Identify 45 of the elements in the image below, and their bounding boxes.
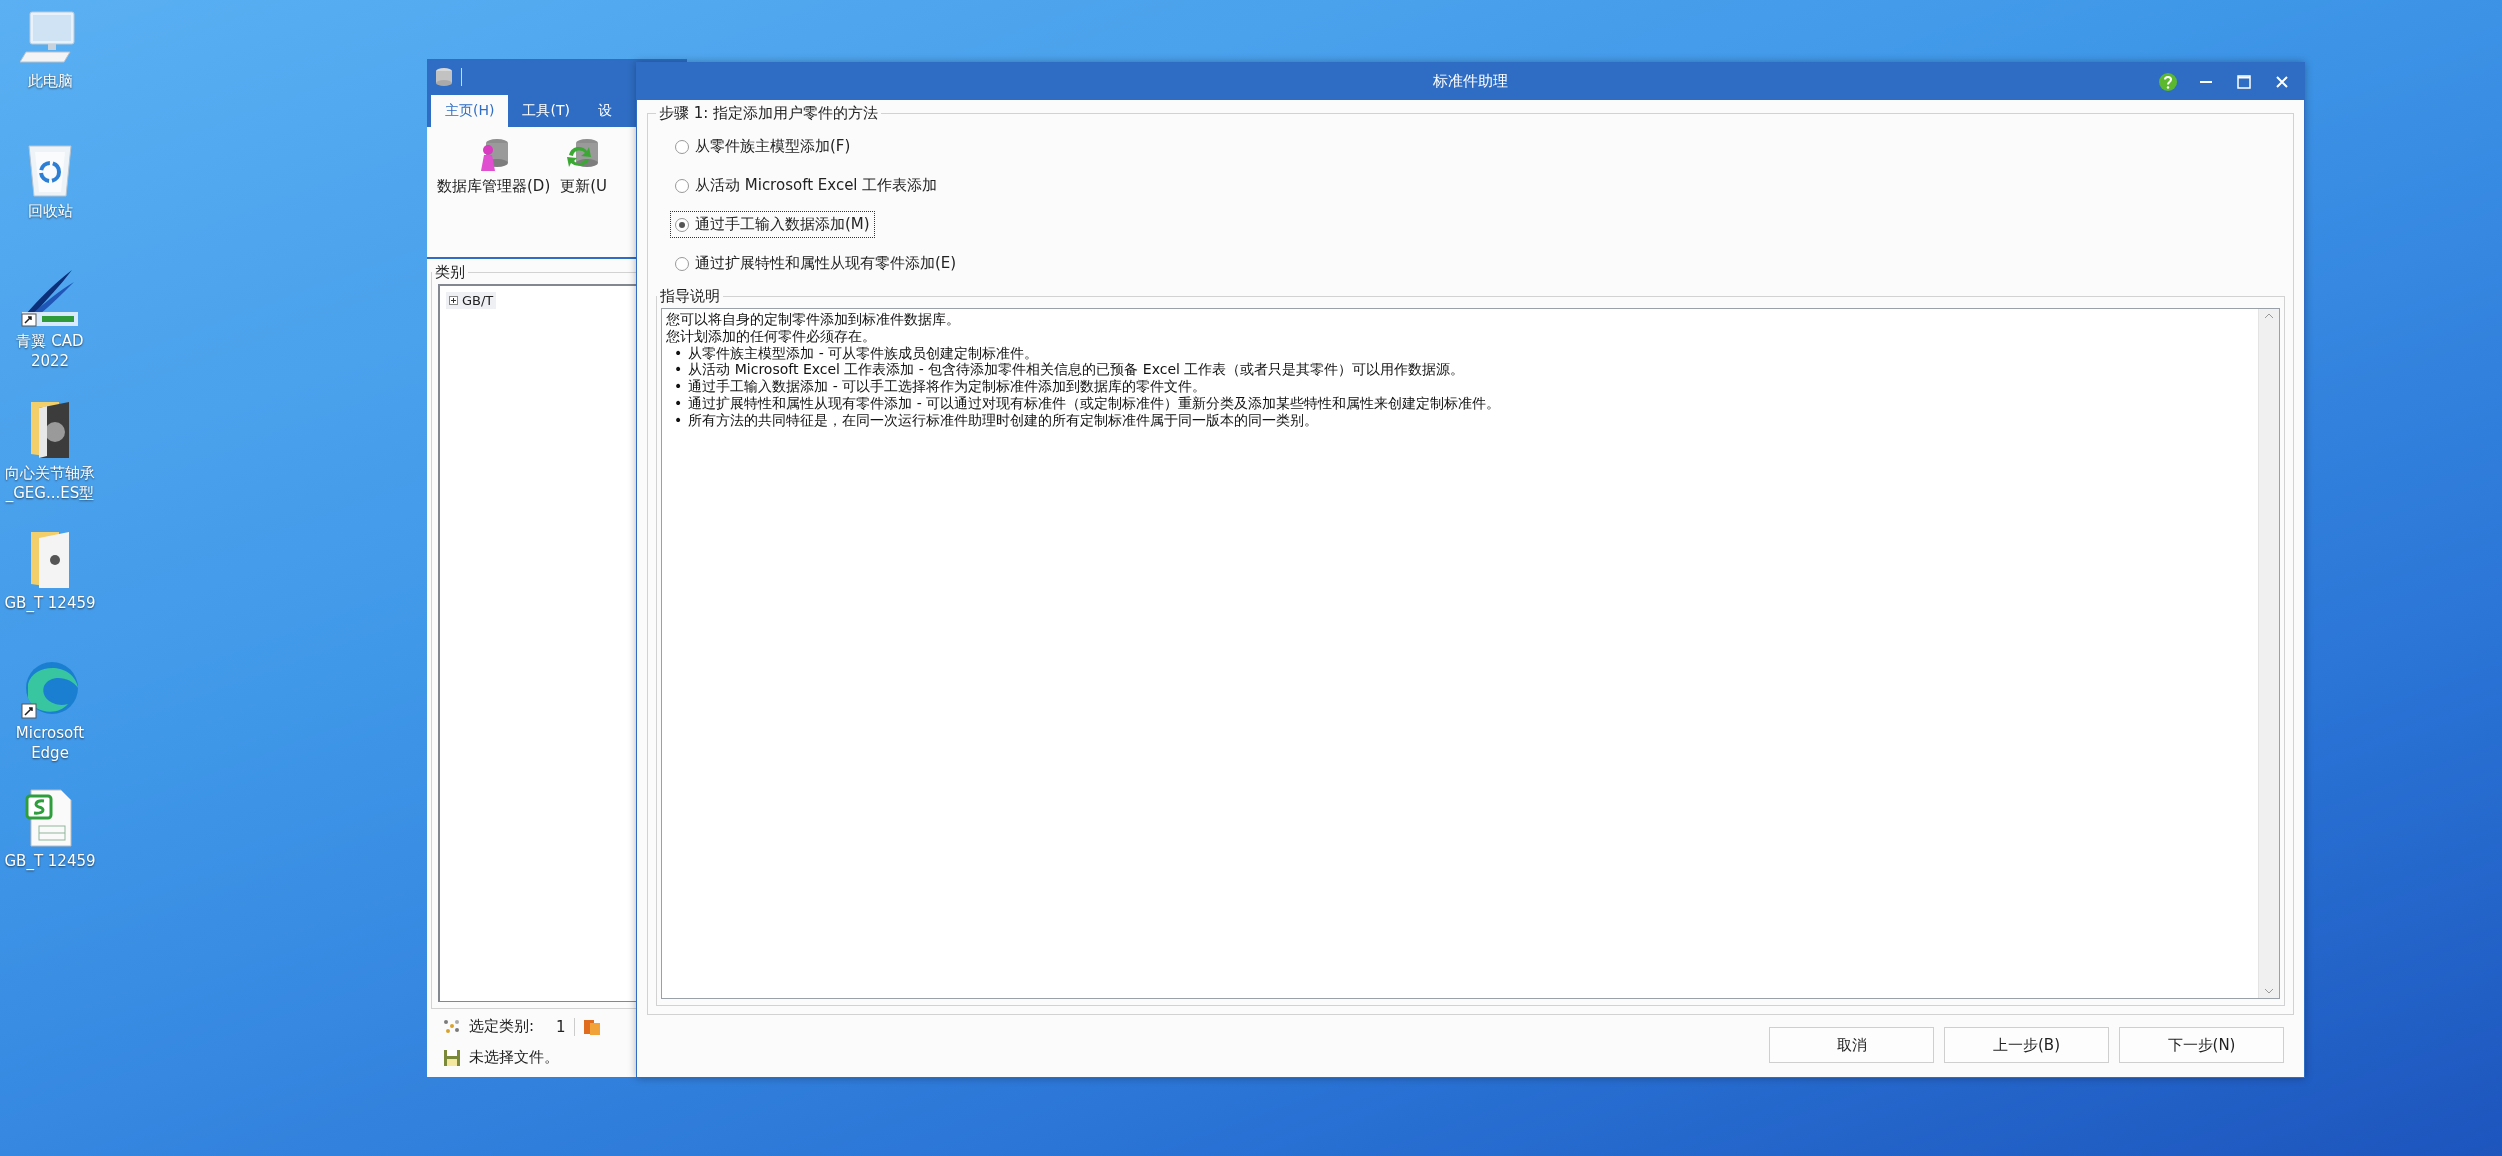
tree-item[interactable]: GB/T bbox=[446, 292, 497, 309]
expand-box-icon bbox=[449, 296, 458, 305]
bullet-marker: • bbox=[674, 378, 683, 395]
dialog-button[interactable]: 取消 bbox=[1769, 1027, 1934, 1063]
guide-bullet: 从零件族主模型添加 - 可从零件族成员创建定制标准件。 bbox=[688, 344, 1039, 362]
guide-paragraph: 您可以将自身的定制零件添加到标准件数据库。 bbox=[666, 311, 961, 328]
stack-icon bbox=[582, 1017, 601, 1036]
guide-bullet: 通过扩展特性和属性从现有零件添加 - 可以通过对现有标准件（或定制标准件）重新分类及添加某些特性和属性来创建定制标准件。 bbox=[688, 395, 1501, 412]
spreadsheet-file-icon bbox=[25, 788, 75, 848]
guide-bullet: 通过手工输入数据添加 - 可以手工选择将作为定制标准件添加到数据库的零件文件。 bbox=[688, 378, 1207, 395]
minimize-icon bbox=[2200, 80, 2212, 83]
status-label: 选定类别: bbox=[469, 1017, 535, 1036]
radio-option[interactable]: 从活动 Microsoft Excel 工作表添加 bbox=[670, 172, 943, 199]
window-title: 标准件助理 bbox=[1433, 72, 1508, 91]
bullet-marker: • bbox=[674, 361, 683, 379]
cad-logo-icon bbox=[20, 268, 80, 328]
radio-option[interactable]: 通过扩展特性和属性从现有零件添加(E) bbox=[670, 250, 962, 277]
dialog-button[interactable]: 下一步(N) bbox=[2119, 1027, 2284, 1063]
bullet-marker: • bbox=[674, 395, 683, 412]
ribbon-tab[interactable]: 主页(H) bbox=[431, 95, 509, 127]
bullet-marker: • bbox=[674, 411, 683, 429]
dialog-button[interactable]: 上一步(B) bbox=[1944, 1027, 2109, 1063]
ribbon-tab[interactable]: 设 bbox=[583, 95, 626, 127]
database-icon bbox=[435, 67, 453, 87]
radio-option[interactable]: 通过手工输入数据添加(M) bbox=[670, 211, 875, 238]
maximize-icon bbox=[2237, 74, 2251, 89]
group-title: 类别 bbox=[434, 263, 466, 282]
scrollbar[interactable] bbox=[2258, 309, 2279, 998]
guide-bullet: 从活动 Microsoft Excel 工作表添加 - 包含待添加零件相关信息的已预备 Excel 工作表（或者只是其零件）可以用作数据源。 bbox=[688, 361, 1465, 379]
ribbon-button[interactable]: 更新(U bbox=[560, 137, 608, 257]
help-icon bbox=[2158, 71, 2178, 92]
ribbon-tab[interactable]: 工具(T) bbox=[508, 95, 584, 127]
guide-bullet: 所有方法的共同特征是，在同一次运行标准件助理时创建的所有定制标准件属于同一版本的同一类别。 bbox=[688, 411, 1319, 429]
bullet-marker: • bbox=[674, 344, 683, 362]
scroll-down-icon[interactable] bbox=[2264, 988, 2274, 994]
group-title: 步骤 1: 指定添加用户零件的方法 bbox=[658, 104, 880, 123]
dots-icon bbox=[443, 1017, 461, 1036]
ribbon-button[interactable]: 数据库管理器(D) bbox=[437, 137, 551, 257]
status-count: 1 bbox=[556, 1017, 566, 1036]
scroll-up-icon[interactable] bbox=[2264, 313, 2274, 319]
guide-paragraph: 您计划添加的任何零件必须存在。 bbox=[666, 327, 877, 345]
file-status: 未选择文件。 bbox=[469, 1048, 559, 1067]
close-icon bbox=[2275, 74, 2289, 89]
radio-option[interactable]: 从零件族主模型添加(F) bbox=[670, 133, 856, 160]
group-title: 指导说明 bbox=[659, 287, 721, 306]
